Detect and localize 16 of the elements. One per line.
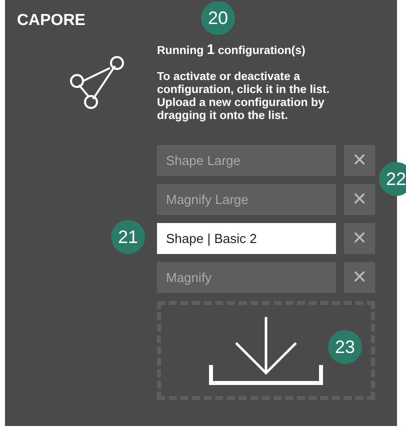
configuration-item[interactable]: Magnify (157, 262, 336, 293)
callout-badge: 20 (201, 1, 235, 35)
callout-badge: 21 (111, 220, 145, 254)
network-icon (68, 54, 126, 110)
callout-badge: 22 (379, 162, 406, 196)
remove-button[interactable]: ✕ (344, 184, 375, 215)
status-text: Running 1 configuration(s) (157, 41, 306, 57)
app-title: CAPORE (17, 12, 86, 30)
remove-button[interactable]: ✕ (344, 145, 375, 176)
configuration-item[interactable]: Shape | Basic 2 (157, 223, 336, 254)
remove-button[interactable]: ✕ (344, 223, 375, 254)
remove-button[interactable]: ✕ (344, 262, 375, 293)
configuration-item[interactable]: Magnify Large (157, 184, 336, 215)
callout-badge: 23 (328, 330, 362, 364)
configuration-item[interactable]: Shape Large (157, 145, 336, 176)
instructions-text: To activate or deactivate a configuration, click it in the list. Upload a new configuration by dragging it onto the list. (157, 71, 331, 123)
